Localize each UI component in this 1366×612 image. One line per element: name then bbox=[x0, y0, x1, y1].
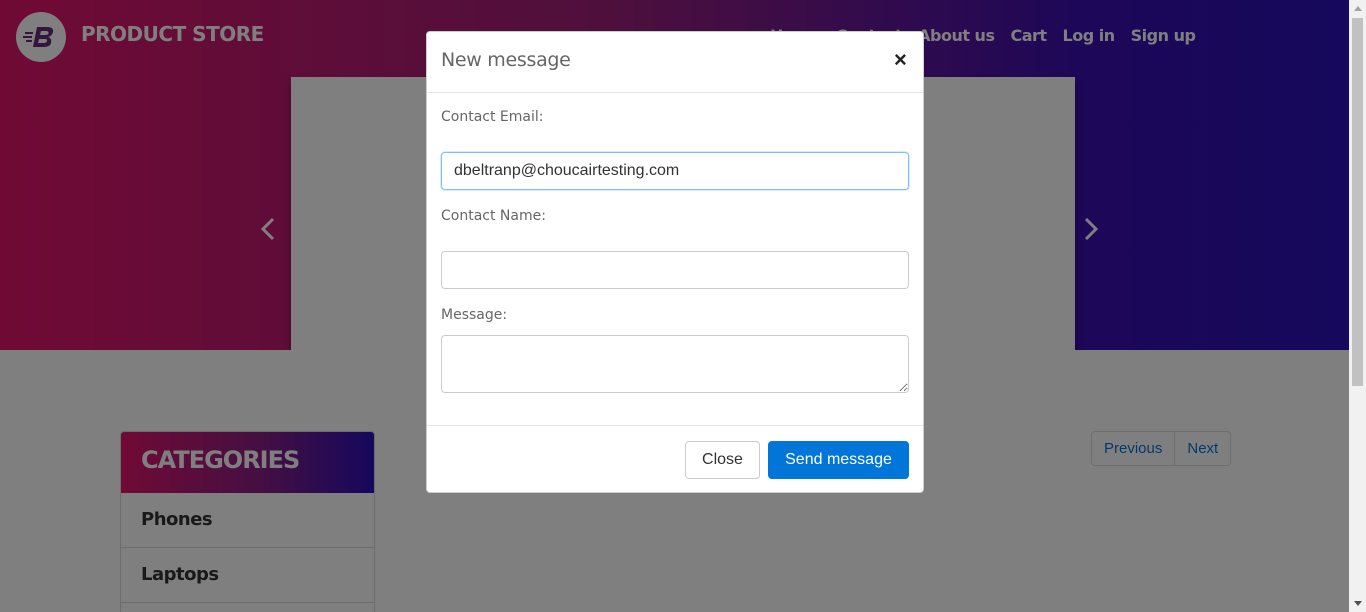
contact-name-label: Contact Name: bbox=[441, 208, 546, 224]
modal-title: New message bbox=[441, 49, 571, 71]
close-button[interactable]: Close bbox=[685, 441, 760, 479]
close-icon[interactable]: × bbox=[894, 49, 907, 71]
contact-name-input[interactable] bbox=[441, 251, 909, 289]
contact-email-label: Contact Email: bbox=[441, 109, 544, 125]
new-message-modal: New message × Contact Email: Contact Nam… bbox=[426, 31, 924, 493]
modal-header: New message × bbox=[427, 32, 923, 93]
vertical-scrollbar[interactable] bbox=[1349, 0, 1366, 612]
message-label: Message: bbox=[441, 307, 508, 323]
modal-footer: Close Send message bbox=[427, 425, 923, 492]
send-message-button[interactable]: Send message bbox=[768, 441, 909, 479]
scroll-down-icon[interactable] bbox=[1349, 595, 1366, 612]
contact-email-input[interactable] bbox=[441, 152, 909, 190]
scrollbar-thumb[interactable] bbox=[1352, 18, 1363, 386]
message-textarea[interactable] bbox=[441, 335, 909, 393]
scroll-up-icon[interactable] bbox=[1349, 0, 1366, 17]
